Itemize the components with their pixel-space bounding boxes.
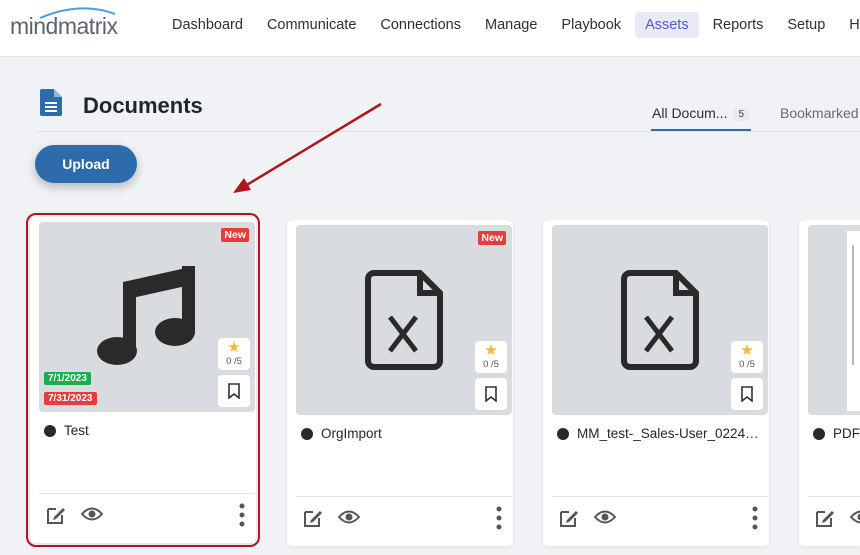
card-divider: [808, 496, 860, 497]
star-icon: ★: [227, 339, 241, 356]
nav-assets[interactable]: Assets: [635, 12, 699, 38]
edit-icon[interactable]: [302, 507, 324, 529]
document-icon: [40, 89, 62, 116]
nav-help[interactable]: Help: [839, 12, 860, 38]
document-name-row: OrgImport: [301, 426, 506, 441]
document-card-test[interactable]: New 7/1/2023 7/31/2023 ★ 0 /5 Test: [26, 213, 260, 547]
status-dot: [813, 427, 825, 440]
card-actions: [296, 506, 512, 532]
document-thumbnail[interactable]: ★ 0 /5: [552, 225, 768, 415]
status-dot: [301, 427, 313, 440]
bookmark-icon: [228, 383, 240, 399]
edit-icon[interactable]: [814, 507, 836, 529]
card-actions: [552, 506, 768, 532]
status-dot: [44, 424, 56, 437]
page-title: Documents: [83, 93, 203, 118]
card-actions: [808, 506, 860, 532]
bookmark-button[interactable]: [218, 375, 250, 407]
more-options-icon[interactable]: [239, 503, 245, 527]
edit-icon[interactable]: [45, 504, 67, 526]
card-actions: [39, 503, 255, 529]
tab-all-documents[interactable]: All Docum... 5: [652, 105, 750, 121]
document-card-orgimport[interactable]: New ★ 0 /5 OrgImport: [287, 220, 513, 546]
eye-icon[interactable]: [81, 506, 103, 522]
tab-all-documents-label: All Docum...: [652, 105, 728, 121]
document-thumbnail[interactable]: New ★ 0 /5: [296, 225, 512, 415]
top-navigation-bar: mindmatrix Dashboard Communicate Connect…: [0, 0, 860, 57]
logo-arc-icon: [39, 7, 116, 19]
nav-connections[interactable]: Connections: [370, 12, 471, 38]
bookmark-button[interactable]: [731, 378, 763, 410]
document-card-pdf[interactable]: PDF: [799, 220, 860, 546]
rating-box: ★ 0 /5: [218, 338, 250, 370]
document-name[interactable]: OrgImport: [321, 426, 382, 441]
document-name-row: MM_test-_Sales-User_02242...: [557, 426, 762, 441]
new-badge: New: [221, 228, 249, 242]
more-options-icon[interactable]: [752, 506, 758, 530]
eye-icon[interactable]: [850, 509, 860, 525]
tab-count-badge: 5: [733, 108, 750, 121]
rating-box: ★ 0 /5: [475, 341, 507, 373]
eye-icon[interactable]: [338, 509, 360, 525]
status-dot: [557, 427, 569, 440]
rating-value: 0 /5: [226, 356, 242, 367]
card-divider: [552, 496, 768, 497]
star-icon: ★: [484, 342, 498, 359]
bookmark-button[interactable]: [475, 378, 507, 410]
card-divider: [296, 496, 512, 497]
mindmatrix-logo[interactable]: mindmatrix: [10, 7, 118, 40]
document-thumbnail[interactable]: New 7/1/2023 7/31/2023 ★ 0 /5: [39, 222, 255, 412]
bookmark-icon: [741, 386, 753, 402]
document-name-row: Test: [44, 423, 249, 438]
tab-bookmarked[interactable]: Bookmarked: [780, 105, 859, 121]
nav-manage[interactable]: Manage: [475, 12, 547, 38]
pdf-preview-icon: [847, 231, 860, 411]
rating-box: ★ 0 /5: [731, 341, 763, 373]
more-options-icon[interactable]: [496, 506, 502, 530]
bookmark-icon: [485, 386, 497, 402]
nav-communicate[interactable]: Communicate: [257, 12, 366, 38]
page-title-icon-wrap: [40, 89, 62, 116]
nav-setup[interactable]: Setup: [777, 12, 835, 38]
end-date-badge: 7/31/2023: [44, 392, 97, 405]
new-badge: New: [478, 231, 506, 245]
document-name[interactable]: PDF: [833, 426, 860, 441]
nav-dashboard[interactable]: Dashboard: [162, 12, 253, 38]
document-name-row: PDF: [813, 426, 860, 441]
document-name[interactable]: MM_test-_Sales-User_02242...: [577, 426, 762, 441]
card-divider: [39, 493, 255, 494]
nav-playbook[interactable]: Playbook: [551, 12, 631, 38]
upload-button[interactable]: Upload: [35, 145, 137, 183]
main-nav: Dashboard Communicate Connections Manage…: [162, 12, 860, 38]
rating-value: 0 /5: [483, 359, 499, 370]
rating-value: 0 /5: [739, 359, 755, 370]
edit-icon[interactable]: [558, 507, 580, 529]
document-thumbnail[interactable]: [808, 225, 860, 415]
eye-icon[interactable]: [594, 509, 616, 525]
document-card-mm-test[interactable]: ★ 0 /5 MM_test-_Sales-User_02242...: [543, 220, 769, 546]
nav-reports[interactable]: Reports: [703, 12, 774, 38]
document-name[interactable]: Test: [64, 423, 89, 438]
star-icon: ★: [740, 342, 754, 359]
header-divider: [36, 131, 860, 132]
start-date-badge: 7/1/2023: [44, 372, 91, 385]
